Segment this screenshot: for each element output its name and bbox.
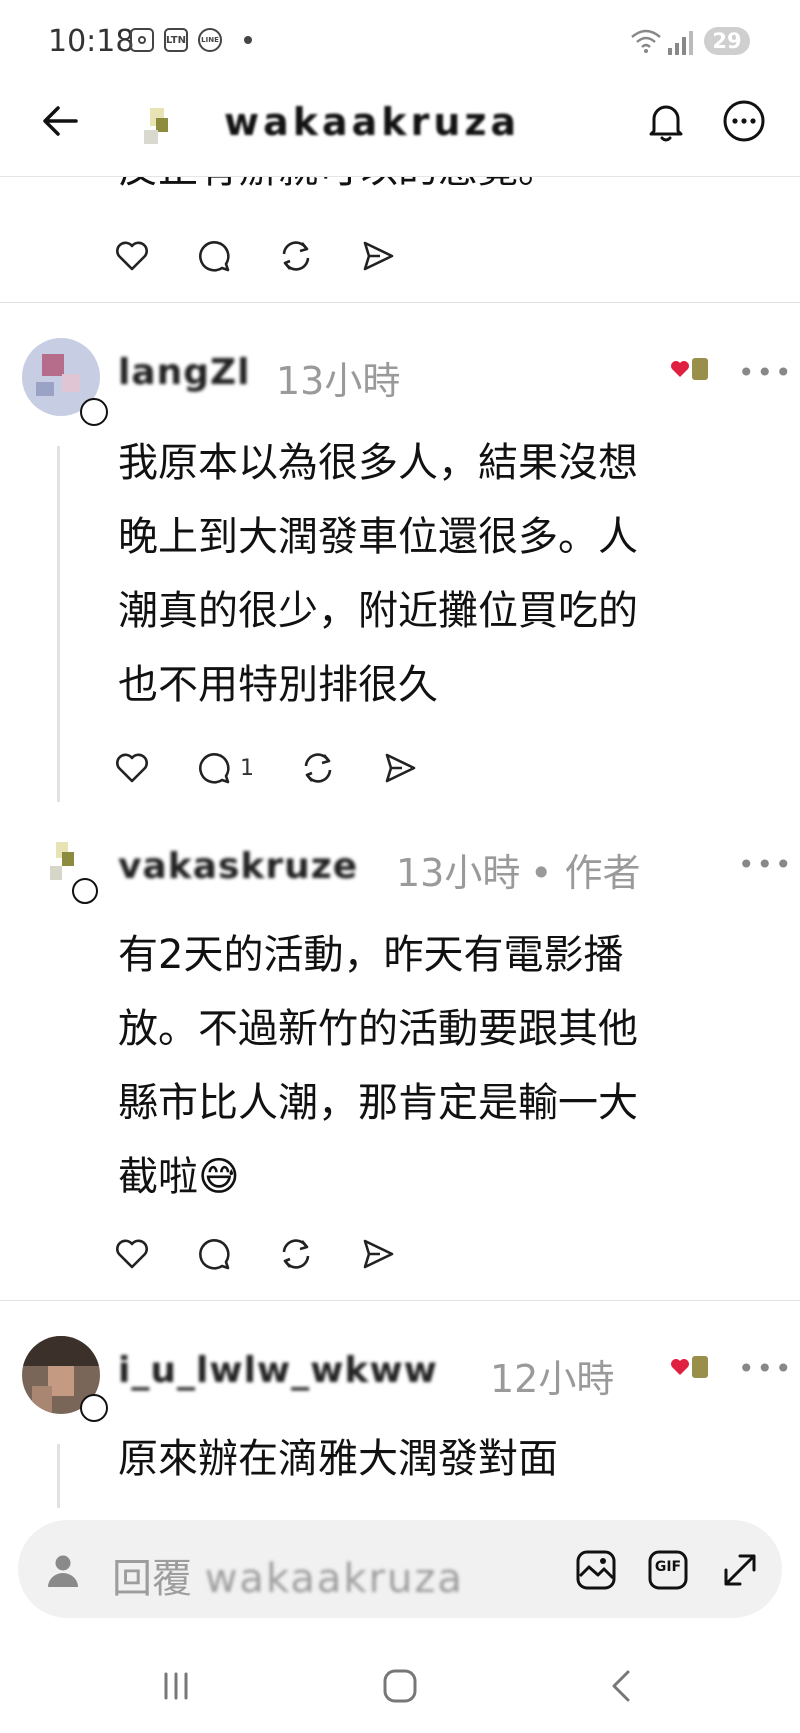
header-username: wakaakruza (224, 100, 521, 144)
home-square-icon (383, 1669, 417, 1703)
like-button[interactable] (114, 1236, 150, 1272)
heart-filled-icon (671, 1359, 689, 1375)
post-timestamp: 13小時 (276, 359, 401, 403)
like-button[interactable] (114, 238, 150, 274)
post-text: 我原本以為很多人，結果沒想 晚上到大潤發車位還很多。人 潮真的很少，附近攤位買吃… (118, 440, 638, 708)
follow-badge-icon[interactable] (80, 1394, 108, 1422)
follow-badge-icon[interactable] (80, 398, 108, 426)
post-timestamp: 12小時 (490, 1357, 615, 1401)
send-icon (363, 241, 394, 271)
post-username[interactable]: i_u_lwlw_wkww (118, 1350, 438, 1391)
liked-by-author-indicator (670, 1356, 708, 1378)
follow-badge-icon[interactable] (72, 878, 98, 904)
repost-icon (282, 241, 310, 271)
share-button[interactable] (382, 750, 418, 786)
send-icon (385, 753, 416, 783)
recent-apps-button[interactable] (158, 1668, 194, 1704)
reply-button[interactable] (196, 1236, 232, 1272)
user-icon (44, 1551, 82, 1589)
thread-line (57, 446, 60, 802)
header-avatar[interactable] (140, 104, 178, 150)
system-back-button[interactable] (604, 1666, 640, 1706)
post-divider (0, 1300, 800, 1301)
gif-label: GIF (654, 1559, 682, 1575)
battery-indicator: 29 (704, 27, 750, 55)
reply-placeholder: 回覆 wakaakruza (112, 1546, 464, 1604)
heart-icon (116, 241, 148, 271)
heart-icon (116, 753, 148, 783)
home-button[interactable] (380, 1668, 420, 1704)
heart-icon (116, 1239, 148, 1269)
screenshot-icon (130, 28, 154, 52)
author-mini-avatar (692, 358, 708, 380)
share-button[interactable] (360, 1236, 396, 1272)
post-menu-button[interactable]: ••• (738, 848, 794, 881)
ltn-label: LTN (166, 34, 186, 46)
post-timestamp: 13小時 (396, 851, 521, 895)
expand-arrows-icon (724, 1554, 756, 1586)
ltn-icon: LTN (164, 28, 188, 52)
status-time: 10:18 (48, 24, 135, 59)
chevron-left-icon (612, 1670, 630, 1702)
wifi-icon (630, 28, 662, 58)
attach-image-button[interactable] (574, 1548, 618, 1592)
gif-button[interactable]: GIF (646, 1548, 690, 1592)
comment-bubble-icon (199, 241, 230, 272)
liked-by-author-indicator (670, 358, 708, 380)
line-label: LINE (201, 36, 219, 44)
notification-bell-button[interactable] (642, 97, 690, 145)
like-button[interactable] (114, 750, 150, 786)
send-icon (363, 1239, 394, 1269)
reply-prefix: 回覆 (112, 1556, 192, 1602)
expand-composer-button[interactable] (718, 1548, 762, 1592)
post-username[interactable]: vakaskruze (118, 846, 358, 887)
comment-bubble-icon (199, 1239, 230, 1270)
repost-button[interactable] (278, 1236, 314, 1272)
heart-filled-icon (671, 361, 689, 377)
post-username[interactable]: langZl (118, 352, 250, 393)
image-icon (576, 1550, 616, 1590)
author-mini-avatar (692, 1356, 708, 1378)
back-button[interactable] (36, 97, 84, 145)
author-tag: • 作者 (530, 851, 641, 895)
signal-icon (666, 30, 694, 60)
repost-button[interactable] (300, 750, 336, 786)
arrow-left-icon (43, 106, 78, 136)
reply-button[interactable] (196, 238, 232, 274)
more-circle-icon (723, 100, 765, 142)
reply-button[interactable] (196, 750, 232, 786)
comment-bubble-icon (199, 753, 230, 784)
share-button[interactable] (360, 238, 396, 274)
repost-icon (304, 753, 332, 783)
post-text: 有2天的活動，昨天有電影播 放。不過新竹的活動要跟其他 縣市比人潮，那肯定是輸一… (118, 932, 638, 1200)
repost-icon (282, 1239, 310, 1269)
dot-icon (244, 36, 252, 44)
bell-icon (649, 105, 683, 142)
post-menu-button[interactable]: ••• (738, 1352, 794, 1385)
line-icon: LINE (198, 28, 222, 52)
post-menu-button[interactable]: ••• (738, 356, 794, 389)
header-divider (0, 176, 800, 177)
post-divider (0, 302, 800, 303)
reply-target-name: wakaakruza (204, 1556, 464, 1602)
recents-icon (164, 1672, 188, 1700)
repost-button[interactable] (278, 238, 314, 274)
more-options-button[interactable] (720, 97, 768, 145)
reply-count: 1 (240, 756, 254, 781)
